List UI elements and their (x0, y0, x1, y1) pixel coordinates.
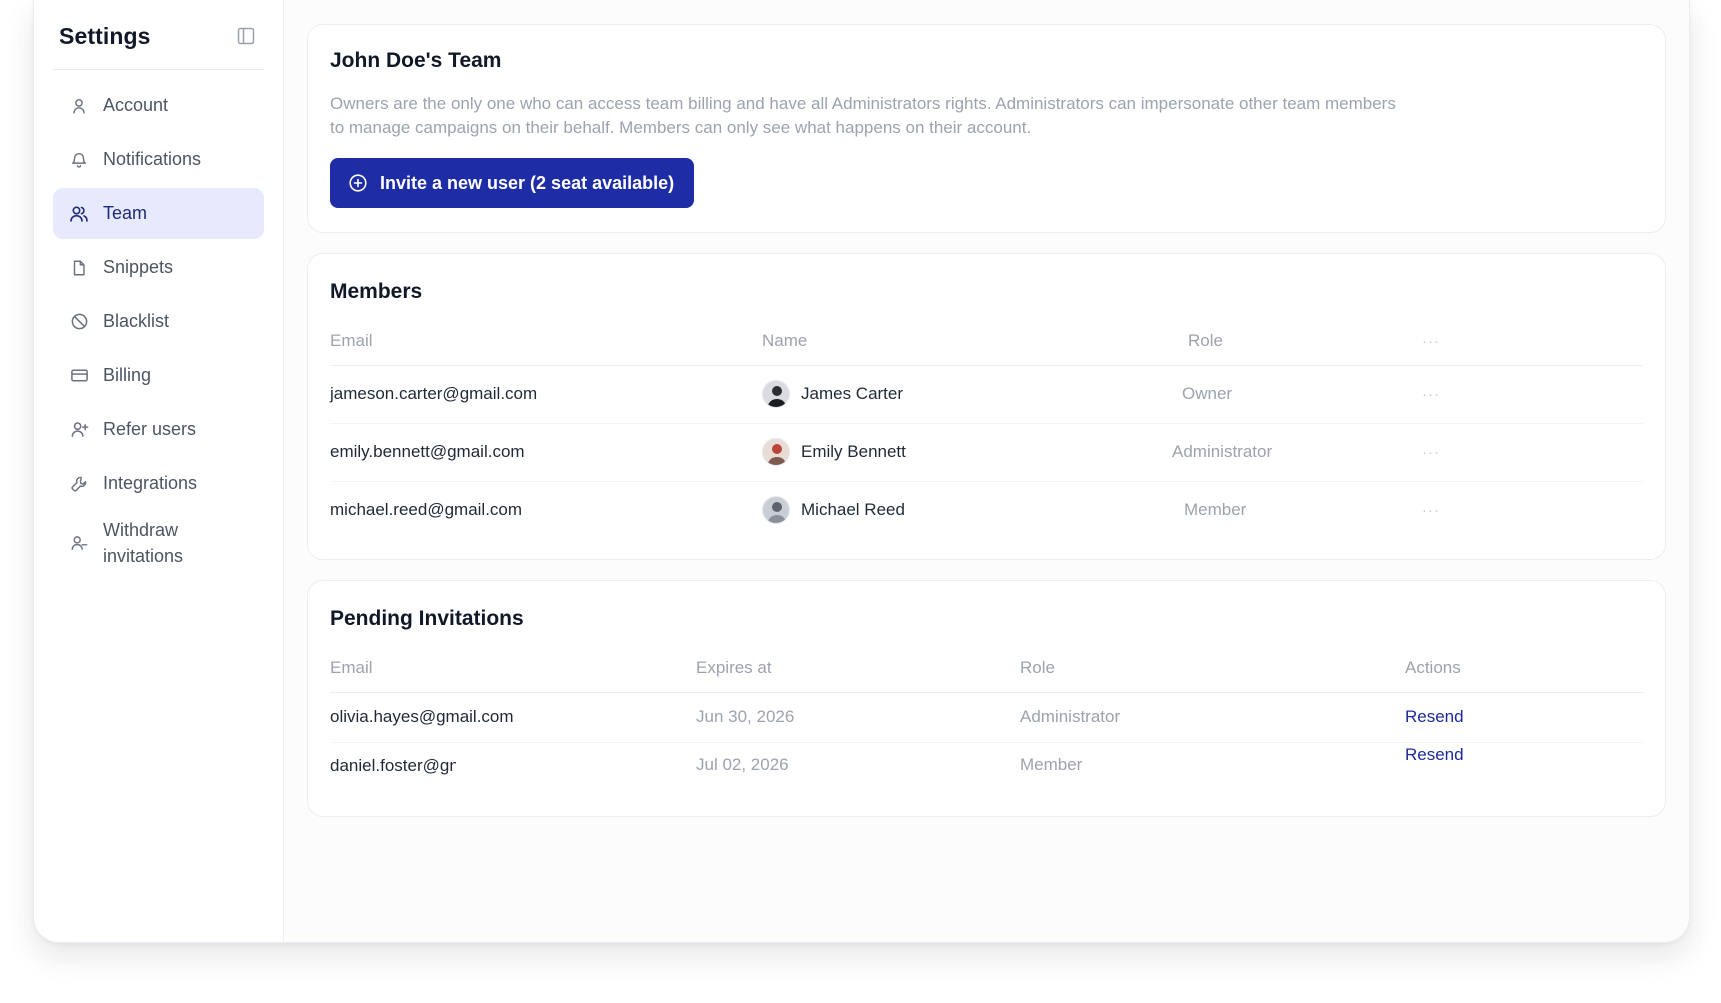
sidebar-nav: Account Notifications Team Snippets Blac… (53, 80, 264, 574)
sidebar-divider (53, 69, 264, 70)
table-row: daniel.foster@gn Jul 02, 2026 Member Res… (330, 742, 1643, 788)
row-actions-menu[interactable]: ··· (1422, 365, 1643, 424)
column-header-role: Role (1172, 318, 1422, 366)
invitation-expires: Jun 30, 2026 (696, 692, 1020, 743)
sidebar-item-label: Account (103, 95, 169, 115)
sidebar-item-label: Snippets (103, 257, 174, 277)
team-card: John Doe's Team Owners are the only one … (307, 24, 1666, 233)
invitation-role: Member (1020, 755, 1083, 775)
column-header-email: Email (330, 645, 696, 693)
member-role: Owner (1172, 365, 1422, 424)
resend-invitation-link[interactable]: Resend (1405, 707, 1464, 726)
sidebar-item-integrations[interactable]: Integrations (53, 458, 264, 509)
avatar (762, 438, 790, 466)
invitation-email: daniel.foster@gn (330, 755, 456, 775)
sidebar-item-label: Billing (103, 365, 152, 385)
table-row: olivia.hayes@gmail.com Jun 30, 2026 Admi… (330, 692, 1643, 743)
credit-card-icon (69, 366, 89, 386)
member-name-cell: James Carter (762, 380, 1172, 408)
plus-circle-icon (348, 173, 368, 193)
sidebar-collapse-icon[interactable] (234, 24, 258, 48)
column-header-email: Email (330, 318, 762, 366)
sidebar-item-notifications[interactable]: Notifications (53, 134, 264, 185)
avatar (762, 496, 790, 525)
bell-icon (69, 150, 89, 170)
sidebar-item-label: Blacklist (103, 311, 170, 331)
team-title: John Doe's Team (330, 49, 502, 72)
invitation-role: Administrator (1020, 692, 1405, 743)
member-email: michael.reed@gmail.com (330, 500, 523, 520)
pending-invitations-table: Email Expires at Role Actions olivia.hay… (330, 645, 1643, 788)
sidebar-item-label: Team (103, 203, 148, 223)
member-email: emily.bennett@gmail.com (330, 423, 762, 482)
main-content: John Doe's Team Owners are the only one … (284, 0, 1689, 942)
sidebar-item-refer-users[interactable]: Refer users (53, 404, 264, 455)
column-header-actions: ··· (1422, 318, 1643, 366)
column-header-expires: Expires at (696, 645, 1020, 693)
member-name: Emily Bennett (801, 442, 906, 461)
user-minus-icon (69, 533, 89, 553)
invite-user-label: Invite a new user (2 seat available) (380, 172, 675, 193)
members-title: Members (330, 280, 423, 303)
team-description: Owners are the only one who can access t… (330, 94, 1396, 137)
user-plus-icon (69, 420, 89, 440)
member-name: James Carter (801, 384, 904, 403)
members-table: Email Name Role ··· jameson.carter@gmail… (330, 318, 1643, 539)
resend-invitation-link[interactable]: Resend (1405, 745, 1464, 764)
member-name-cell: Michael Reed (762, 496, 1172, 525)
file-icon (69, 258, 89, 278)
column-header-role: Role (1020, 645, 1405, 693)
sidebar-title: Settings (59, 22, 151, 49)
members-card: Members Email Name Role ··· jameson.cart… (307, 253, 1666, 560)
column-header-name: Name (762, 318, 1172, 366)
ban-icon (69, 312, 89, 332)
sidebar-item-account[interactable]: Account (53, 80, 264, 131)
pending-header-row: Email Expires at Role Actions (330, 645, 1643, 693)
invitation-email: olivia.hayes@gmail.com (330, 692, 696, 743)
invite-user-button[interactable]: Invite a new user (2 seat available) (330, 158, 695, 208)
sidebar-header: Settings (53, 20, 264, 52)
member-name: Michael Reed (801, 500, 905, 520)
sidebar-item-label: Withdraw invitations (103, 520, 184, 566)
sidebar-item-billing[interactable]: Billing (53, 350, 264, 401)
pending-invitations-title: Pending Invitations (330, 607, 524, 630)
column-header-actions: Actions (1405, 645, 1643, 693)
wrench-icon (69, 474, 89, 494)
settings-window: Settings Account Notifications Team Snip… (33, 0, 1690, 943)
table-row: michael.reed@gmail.com Michael Reed Memb… (330, 481, 1643, 539)
row-actions-menu[interactable]: ··· (1422, 423, 1643, 482)
member-role: Member (1184, 500, 1247, 520)
sidebar: Settings Account Notifications Team Snip… (34, 0, 284, 942)
sidebar-item-label: Refer users (103, 419, 197, 439)
table-row: jameson.carter@gmail.com James Carter Ow… (330, 365, 1643, 424)
sidebar-item-blacklist[interactable]: Blacklist (53, 296, 264, 347)
user-icon (69, 96, 89, 116)
sidebar-item-label: Notifications (103, 149, 202, 169)
member-role: Administrator (1172, 423, 1422, 482)
users-icon (69, 204, 89, 224)
member-email: jameson.carter@gmail.com (330, 365, 762, 424)
sidebar-item-team[interactable]: Team (53, 188, 264, 239)
members-header-row: Email Name Role ··· (330, 318, 1643, 366)
invitation-expires: Jul 02, 2026 (696, 755, 789, 775)
table-row: emily.bennett@gmail.com Emily Bennett Ad… (330, 423, 1643, 482)
pending-invitations-card: Pending Invitations Email Expires at Rol… (307, 580, 1666, 817)
avatar (762, 380, 790, 408)
sidebar-item-label: Integrations (103, 473, 198, 493)
member-name-cell: Emily Bennett (762, 438, 1172, 466)
row-actions-menu[interactable]: ··· (1422, 481, 1643, 539)
sidebar-item-snippets[interactable]: Snippets (53, 242, 264, 293)
sidebar-item-withdraw-invitations[interactable]: Withdraw invitations (53, 512, 264, 574)
